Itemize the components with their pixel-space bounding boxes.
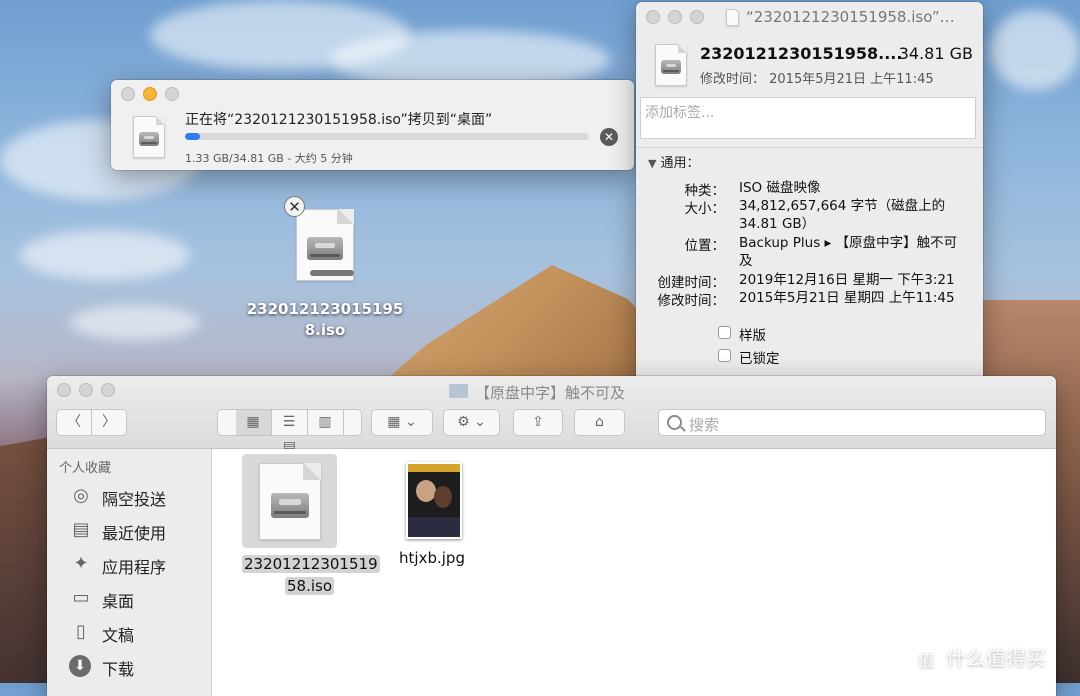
info-key: 创建时间： <box>657 275 726 291</box>
disk-image-icon <box>259 463 321 540</box>
close-window-button[interactable] <box>121 87 135 101</box>
window-title: 【原盘中字】触不可及 <box>475 384 626 402</box>
desktop-file-name: 232012123015195 8.iso <box>246 300 404 339</box>
desktop-file[interactable]: ✕ 232012123015195 8.iso <box>240 195 410 345</box>
action-menu-button[interactable]: ⚙ ⌄ <box>443 409 500 436</box>
icon-view-button[interactable]: ▦ <box>235 410 272 435</box>
minimize-window-button[interactable] <box>143 87 157 101</box>
disk-image-icon <box>133 116 165 158</box>
finder-toolbar: 【原盘中字】触不可及 〈〉 ▦ ☰ ▥▤ ▦ ⌄ ⚙ ⌄ ⇪ ⌂ 搜索 <box>47 376 1056 455</box>
copy-progress-fill <box>185 133 201 140</box>
window-controls <box>121 87 179 101</box>
info-file-name: 2320121230151958.... <box>700 44 903 63</box>
cancel-copy-button[interactable]: ✕ <box>600 128 618 146</box>
info-value: ISO 磁盘映像 <box>739 180 821 196</box>
minimize-window-button[interactable] <box>79 383 93 397</box>
stationery-label: 样版 <box>739 328 766 344</box>
desktop-file-progress <box>310 270 354 276</box>
info-key: 位置： <box>684 238 726 254</box>
sidebar-item-label: 最近使用 <box>102 524 167 543</box>
desktop-cloud <box>20 230 190 280</box>
watermark-text: 什么值得买 <box>946 646 1046 670</box>
window-title: “2320121230151958.iso”… <box>746 8 955 26</box>
file-item-iso[interactable]: 23201212301519 58.iso <box>242 454 380 595</box>
search-icon <box>667 415 682 430</box>
column-view-button[interactable]: ▥ <box>308 410 344 435</box>
view-mode-control: ▦ ☰ ▥▤ <box>217 409 362 455</box>
sidebar-item-label: 桌面 <box>102 592 135 611</box>
general-section-toggle[interactable]: ▼ 通用： <box>648 152 699 171</box>
search-input[interactable]: 搜索 <box>658 409 1046 436</box>
file-item-jpg[interactable]: htjxb.jpg <box>397 459 487 579</box>
info-value: 34,812,657,664 字节（磁盘上的 34.81 GB） <box>739 198 946 232</box>
copy-progress-window: 正在将“2320121230151958.iso”拷贝到“桌面” 1.33 GB… <box>111 80 634 170</box>
cancel-copy-desktop-button[interactable]: ✕ <box>284 196 305 217</box>
close-window-button[interactable] <box>646 10 660 24</box>
downloads-icon: ⬇ <box>69 655 91 677</box>
airdrop-icon: ◎ <box>73 485 89 506</box>
sidebar-item-label: 下载 <box>102 660 135 679</box>
sidebar-heading: 个人收藏 <box>59 461 112 476</box>
documents-icon: ▯ <box>76 621 86 642</box>
desktop-cloud <box>70 305 200 340</box>
applications-icon: ✦ <box>73 553 89 574</box>
tag-button[interactable]: ⌂ <box>574 409 625 436</box>
recents-icon: ▤ <box>72 519 90 540</box>
disk-image-icon <box>655 44 687 86</box>
tags-input[interactable]: 添加标签... <box>640 97 976 139</box>
list-view-button[interactable]: ☰ <box>272 410 308 435</box>
info-key: 大小： <box>684 201 726 217</box>
window-controls <box>646 10 704 24</box>
finder-sidebar: 个人收藏 ◎ 隔空投送 ▤ 最近使用 ✦ 应用程序 ▭ 桌面 ▯ 文稿 ⬇ 下载 <box>47 449 212 696</box>
desktop-icon: ▭ <box>72 587 90 608</box>
share-button[interactable]: ⇪ <box>513 409 563 436</box>
watermark-logo-icon: 值 <box>912 645 940 674</box>
zoom-window-button[interactable] <box>101 383 115 397</box>
stationery-checkbox[interactable] <box>718 326 731 339</box>
forward-button[interactable]: 〉 <box>92 410 126 435</box>
get-info-window: “2320121230151958.iso”… 2320121230151958… <box>636 2 983 392</box>
image-thumbnail <box>406 462 462 539</box>
copy-title: 正在将“2320121230151958.iso”拷贝到“桌面” <box>185 112 493 128</box>
info-value: 2015年5月21日 星期四 上午11:45 <box>739 290 955 306</box>
minimize-window-button[interactable] <box>668 10 682 24</box>
info-modified: 修改时间： 2015年5月21日 上午11:45 <box>700 72 934 87</box>
file-name: htjxb.jpg <box>399 549 465 567</box>
info-key: 修改时间： <box>657 293 726 309</box>
window-controls <box>57 383 115 397</box>
file-name-line: 58.iso <box>284 577 334 595</box>
finder-window: 【原盘中字】触不可及 〈〉 ▦ ☰ ▥▤ ▦ ⌄ ⚙ ⌄ ⇪ ⌂ 搜索 个人收藏 ◎… <box>47 376 1056 696</box>
locked-checkbox[interactable] <box>718 349 731 362</box>
zoom-window-button[interactable] <box>690 10 704 24</box>
general-section-label: 通用： <box>660 156 700 171</box>
title-file-icon <box>726 9 739 26</box>
info-key: 种类： <box>684 183 726 199</box>
watermark: 值什么值得买 <box>912 642 1046 674</box>
info-file-size: 34.81 GB <box>898 44 973 63</box>
locked-label: 已锁定 <box>739 351 780 367</box>
sidebar-item-label: 文稿 <box>102 626 135 645</box>
zoom-window-button[interactable] <box>165 87 179 101</box>
info-value: Backup Plus ▸ 【原盘中字】触不可及 <box>739 235 958 269</box>
nav-buttons: 〈〉 <box>56 409 127 436</box>
folder-icon <box>449 384 468 398</box>
close-window-button[interactable] <box>57 383 71 397</box>
copy-status-text: 1.33 GB/34.81 GB - 大约 5 分钟 <box>185 152 353 165</box>
group-by-button[interactable]: ▦ ⌄ <box>371 409 433 436</box>
disclosure-triangle-icon: ▼ <box>648 157 657 170</box>
copy-progress-bar <box>185 133 589 140</box>
sidebar-item-label: 应用程序 <box>102 558 167 577</box>
back-button[interactable]: 〈 <box>57 410 92 435</box>
sidebar-item-label: 隔空投送 <box>102 490 167 509</box>
search-placeholder: 搜索 <box>689 416 720 434</box>
file-name: 23201212301519 58.iso <box>242 553 380 597</box>
divider <box>636 147 983 148</box>
info-value: 2019年12月16日 星期一 下午3:21 <box>739 272 955 288</box>
file-name-line: 23201212301519 <box>242 555 380 573</box>
desktop-cloud <box>990 10 1080 90</box>
